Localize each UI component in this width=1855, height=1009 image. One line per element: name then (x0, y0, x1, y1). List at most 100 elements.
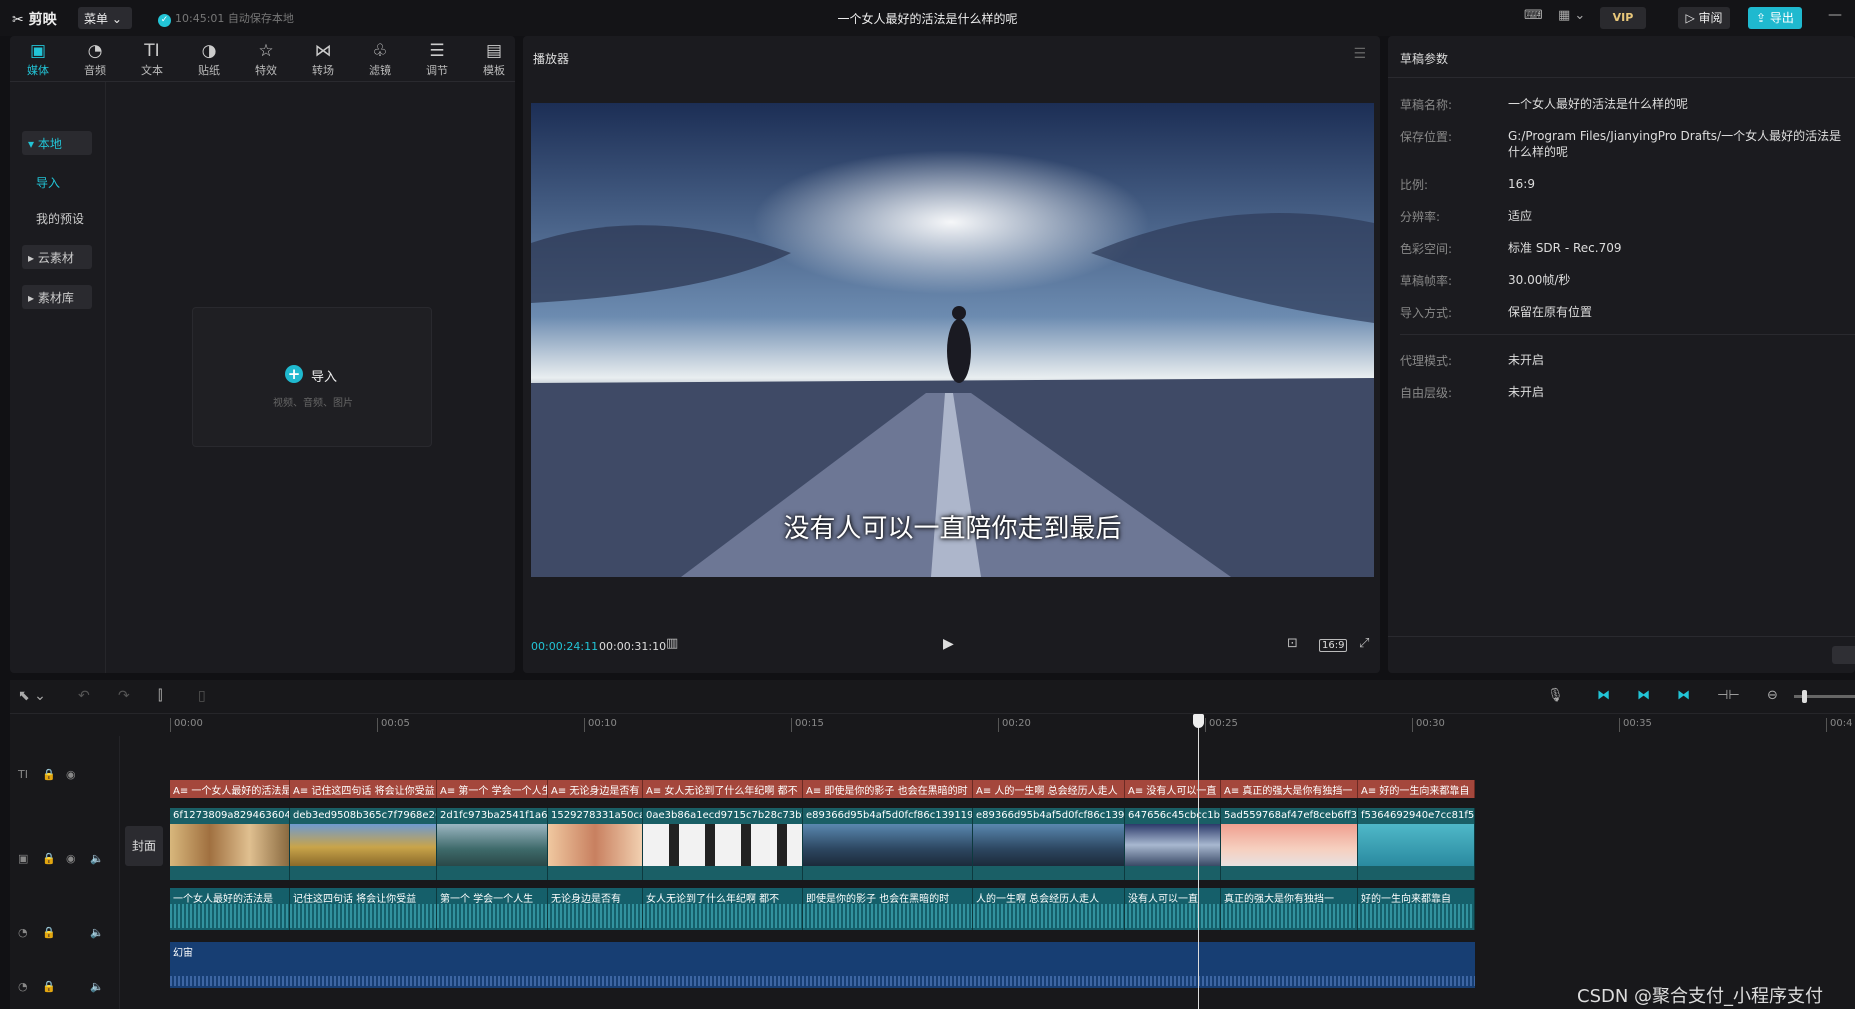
text-clip[interactable]: A≡ 一个女人最好的活法是 (170, 780, 290, 798)
prop-label: 草稿名称: (1400, 98, 1453, 112)
audio-clip[interactable]: 人的一生啊 总会经历人走人 (973, 888, 1125, 930)
tab-sticker[interactable]: ◑ 贴纸 (184, 40, 234, 78)
text-clip[interactable]: A≡ 第一个 学会一个人生 (437, 780, 548, 798)
eye-icon[interactable]: ◉ (66, 768, 76, 781)
fullscreen-icon[interactable]: ⤢ (1359, 636, 1369, 651)
preview-axis-icon[interactable]: ⊣⊢ (1717, 688, 1740, 703)
clip-thumbnail (803, 824, 972, 866)
undo-icon[interactable]: ↶ (78, 688, 90, 704)
microphone-icon[interactable]: 🎙 (1547, 688, 1564, 703)
text-clip[interactable]: A≡ 记住这四句话 将会让你受益 (290, 780, 437, 798)
menu-icon[interactable]: ☰ (1353, 46, 1366, 62)
audio-clip[interactable]: 即使是你的影子 也会在黑暗的时 (803, 888, 973, 930)
ruler-tick: 00:00 (170, 718, 203, 732)
screenshot-icon[interactable]: ⊡ (1287, 636, 1298, 651)
split-icon[interactable]: ⫿ (158, 688, 162, 704)
prop-value: 未开启 (1508, 385, 1545, 399)
clip-name: e89366d95b4af5d0fcf86c139119d (806, 810, 973, 821)
video-clip[interactable]: 6f1273809a829463604 (170, 808, 290, 880)
lock-icon[interactable]: 🔒 (42, 980, 56, 993)
audio-clip[interactable]: 记住这四句话 将会让你受益 (290, 888, 437, 930)
grid-icon[interactable]: ▥ (666, 636, 678, 651)
tab-filter[interactable]: ♧ 滤镜 (355, 40, 405, 78)
eye-icon[interactable]: ◉ (66, 852, 76, 865)
text-clip[interactable]: A≡ 无论身边是否有 (548, 780, 643, 798)
audio-clip[interactable]: 好的一生向来都靠自 (1358, 888, 1475, 930)
review-button[interactable]: ▷ 审阅 (1678, 7, 1730, 29)
playhead-handle[interactable] (1193, 714, 1204, 728)
clip-thumbnail (437, 824, 547, 866)
audio-clip[interactable]: 女人无论到了什么年纪啊 都不 (643, 888, 803, 930)
magnet-icon[interactable]: ⧓ (1637, 688, 1650, 703)
audio-clip[interactable]: 没有人可以一直 (1125, 888, 1221, 930)
layout-icon[interactable]: ▦ ⌄ (1558, 8, 1585, 28)
text-clip[interactable]: A≡ 即使是你的影子 也会在黑暗的时 (803, 780, 973, 798)
ratio-button[interactable]: 16:9 (1319, 639, 1348, 652)
sidebar-item-library[interactable]: ▸ 素材库 (22, 285, 92, 309)
tab-media[interactable]: ▣ 媒体 (13, 40, 63, 78)
tab-audio[interactable]: ◔ 音频 (70, 40, 120, 78)
text-clip[interactable]: A≡ 好的一生向来都靠自 (1358, 780, 1475, 798)
minimize-icon[interactable]: — (1828, 7, 1842, 23)
audio-clip[interactable]: 一个女人最好的活法是 (170, 888, 290, 930)
vip-button[interactable]: VIP (1600, 7, 1646, 29)
total-time: 00:00:31:10 (599, 640, 667, 653)
delete-icon[interactable]: ▯ (198, 688, 206, 704)
link-main-track-icon[interactable]: ⧓ (1597, 688, 1610, 703)
capcut-icon: ✂ (12, 12, 29, 28)
preview-frame (531, 103, 1374, 577)
lock-icon[interactable]: 🔒 (42, 768, 56, 781)
audio-clip[interactable]: 真正的强大是你有独挡一 (1221, 888, 1358, 930)
clip-thumbnail (290, 824, 436, 866)
video-clip[interactable]: 5ad559768af47ef8ceb6ff34 (1221, 808, 1358, 880)
play-button[interactable]: ▶ (943, 636, 954, 652)
lock-icon[interactable]: 🔒 (42, 852, 56, 865)
export-button[interactable]: ⇪ 导出 (1748, 7, 1802, 29)
tab-text[interactable]: TI 文本 (127, 40, 177, 78)
zoom-out-icon[interactable]: ⊖ (1767, 688, 1778, 703)
video-clip[interactable]: f5364692940e7cc81f5 (1358, 808, 1475, 880)
tab-template[interactable]: ▤ 模板 (469, 40, 519, 78)
video-clip[interactable]: 1529278331a50ca (548, 808, 643, 880)
video-clip[interactable]: 647656c45cbcc1b (1125, 808, 1221, 880)
sidebar-item-local[interactable]: ▾ 本地 (22, 131, 92, 155)
video-clip[interactable]: e89366d95b4af5d0fcf86c139119d (803, 808, 973, 880)
select-tool-icon[interactable]: ⬉ ⌄ (18, 688, 46, 704)
sidebar-item-presets[interactable]: 我的预设 (30, 206, 100, 230)
edit-tab-button[interactable] (1832, 646, 1855, 664)
tab-effects[interactable]: ☆ 特效 (241, 40, 291, 78)
clip-name: deb3ed9508b365c7f7968e26 (293, 810, 437, 821)
video-clip[interactable]: 0ae3b86a1ecd9715c7b28c73bfa (643, 808, 803, 880)
text-clip[interactable]: A≡ 没有人可以一直 (1125, 780, 1221, 798)
speaker-icon[interactable]: 🔈 (90, 852, 104, 865)
tab-adjust[interactable]: ☰ 调节 (412, 40, 462, 78)
keyboard-icon[interactable]: ⌨ (1524, 8, 1543, 28)
playhead-line[interactable] (1198, 714, 1199, 1009)
clip-name: 幻宙 (173, 948, 193, 959)
redo-icon[interactable]: ↷ (118, 688, 130, 704)
sidebar-item-cloud[interactable]: ▸ 云素材 (22, 245, 92, 269)
video-clip[interactable]: 2d1fc973ba2541f1a6c (437, 808, 548, 880)
menu-button[interactable]: 菜单 ⌄ (78, 7, 132, 29)
video-clip[interactable]: e89366d95b4af5d0fcf86c1391 (973, 808, 1125, 880)
tab-transition[interactable]: ⋈ 转场 (298, 40, 348, 78)
linkage-icon[interactable]: ⧓ (1677, 688, 1690, 703)
zoom-handle[interactable] (1802, 690, 1807, 703)
text-clip[interactable]: A≡ 人的一生啊 总会经历人走人 (973, 780, 1125, 798)
cover-button[interactable]: 封面 (125, 826, 163, 866)
sidebar-item-import[interactable]: 导入 (30, 170, 100, 194)
time-ruler[interactable]: 00:00 00:05 00:10 00:15 00:20 00:25 00:3… (10, 714, 1855, 736)
audio-clip[interactable]: 无论身边是否有 (548, 888, 643, 930)
lock-icon[interactable]: 🔒 (42, 926, 56, 939)
speaker-icon[interactable]: 🔈 (90, 980, 104, 993)
ruler-tick: 00:15 (791, 718, 824, 732)
divider (1388, 636, 1855, 637)
import-dropzone[interactable]: + 导入 视频、音频、图片 (192, 307, 432, 447)
music-clip[interactable]: 幻宙 (170, 942, 1475, 988)
video-preview[interactable]: 没有人可以一直陪你走到最后 (531, 103, 1374, 577)
text-clip[interactable]: A≡ 女人无论到了什么年纪啊 都不 (643, 780, 803, 798)
speaker-icon[interactable]: 🔈 (90, 926, 104, 939)
video-clip[interactable]: deb3ed9508b365c7f7968e26 (290, 808, 437, 880)
audio-clip[interactable]: 第一个 学会一个人生 (437, 888, 548, 930)
text-clip[interactable]: A≡ 真正的强大是你有独挡一 (1221, 780, 1358, 798)
